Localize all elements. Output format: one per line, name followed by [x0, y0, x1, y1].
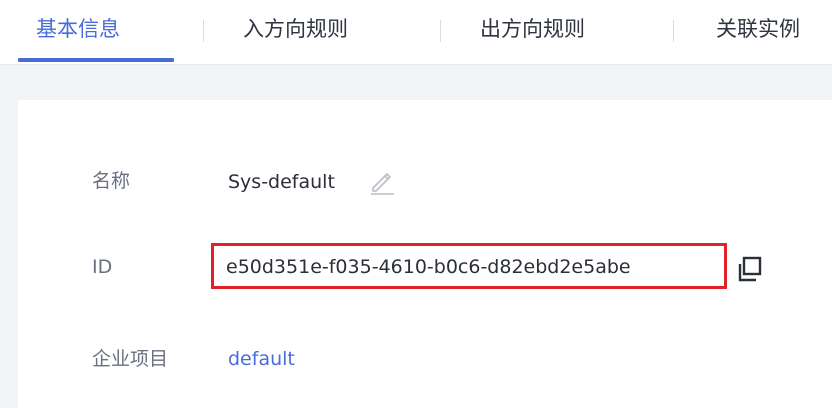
- tab-divider: [440, 20, 441, 42]
- tab-outbound-rules[interactable]: 出方向规则: [480, 14, 585, 44]
- enterprise-project-label: 企业项目: [92, 348, 169, 370]
- name-label: 名称: [92, 170, 131, 192]
- name-value: Sys-default: [228, 171, 335, 193]
- tab-associated-instances[interactable]: 关联实例: [716, 14, 800, 44]
- tab-inbound-rules[interactable]: 入方向规则: [243, 14, 348, 44]
- copy-icon[interactable]: [736, 254, 766, 284]
- active-tab-indicator: [18, 58, 174, 62]
- tab-divider: [203, 20, 204, 42]
- enterprise-project-link[interactable]: default: [228, 345, 295, 373]
- security-group-detail-page: 基本信息 入方向规则 出方向规则 关联实例 名称 Sys-default ID …: [0, 0, 832, 408]
- tab-basic-info[interactable]: 基本信息: [36, 14, 120, 44]
- id-label: ID: [92, 256, 113, 278]
- edit-pencil-icon[interactable]: [368, 166, 398, 196]
- tab-divider: [673, 20, 674, 42]
- tab-bar: 基本信息 入方向规则 出方向规则 关联实例: [0, 0, 832, 65]
- id-value: e50d351e-f035-4610-b0c6-d82ebd2e5abe: [226, 256, 631, 278]
